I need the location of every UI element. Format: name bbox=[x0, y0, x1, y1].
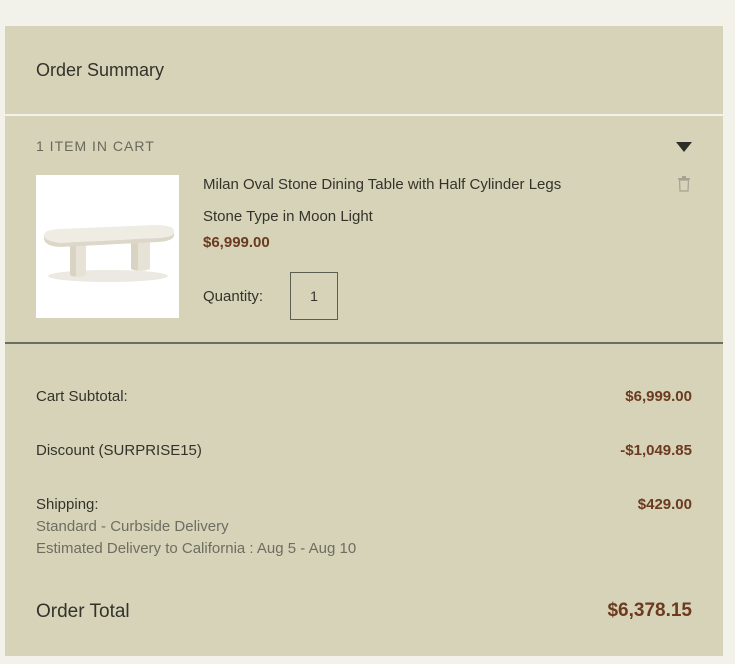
product-price: $6,999.00 bbox=[203, 234, 270, 251]
order-summary-title: Order Summary bbox=[36, 60, 165, 80]
shipping-value: $429.00 bbox=[637, 496, 692, 513]
oval-stone-table-image bbox=[44, 225, 174, 282]
discount-value: -$1,049.85 bbox=[620, 442, 692, 459]
product-variant: Stone Type in Moon Light bbox=[203, 208, 373, 225]
product-image bbox=[36, 175, 179, 318]
order-total-label: Order Total bbox=[36, 601, 130, 622]
shipping-method: Standard - Curbside Delivery bbox=[36, 518, 229, 535]
shipping-label: Shipping: bbox=[36, 496, 99, 513]
trash-icon[interactable] bbox=[677, 176, 691, 192]
subtotal-label: Cart Subtotal: bbox=[36, 388, 128, 405]
discount-label: Discount (SURPRISE15) bbox=[36, 442, 202, 459]
caret-down-icon[interactable] bbox=[676, 142, 692, 152]
subtotal-value: $6,999.00 bbox=[625, 388, 692, 405]
quantity-input[interactable] bbox=[290, 272, 338, 320]
cart-count-label: 1 ITEM IN CART bbox=[36, 138, 155, 154]
order-summary-panel: Order Summary 1 ITEM IN CART Milan Oval … bbox=[5, 26, 723, 656]
quantity-label: Quantity: bbox=[203, 288, 264, 305]
product-name[interactable]: Milan Oval Stone Dining Table with Half … bbox=[203, 176, 561, 193]
shipping-estimate: Estimated Delivery to California : Aug 5… bbox=[36, 540, 357, 557]
cart-section: 1 ITEM IN CART Milan Oval Stone Dining T… bbox=[5, 116, 723, 344]
order-total-value: $6,378.15 bbox=[607, 600, 692, 621]
order-summary-header: Order Summary bbox=[5, 26, 723, 116]
